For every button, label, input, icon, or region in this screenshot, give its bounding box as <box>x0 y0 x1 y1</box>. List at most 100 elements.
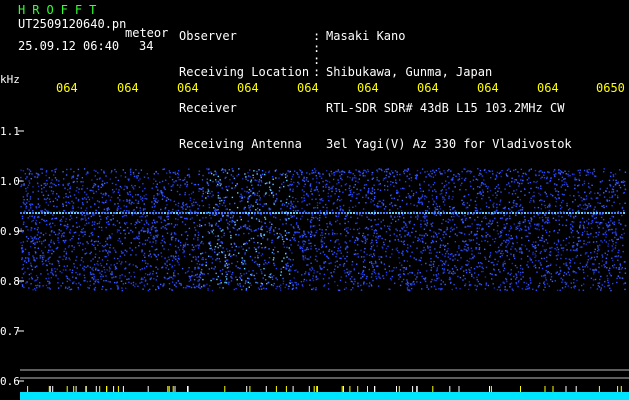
noise-pixel <box>513 199 515 202</box>
noise-pixel <box>358 202 360 204</box>
noise-pixel <box>362 208 365 210</box>
noise-pixel <box>430 261 432 263</box>
noise-pixel <box>579 169 581 171</box>
noise-pixel <box>174 264 176 267</box>
noise-pixel <box>256 272 258 275</box>
noise-pixel <box>142 209 145 211</box>
noise-pixel <box>178 178 180 181</box>
noise-pixel <box>72 282 74 285</box>
noise-pixel <box>156 275 159 277</box>
noise-pixel <box>487 233 489 236</box>
noise-pixel <box>100 275 102 278</box>
noise-pixel <box>524 188 526 190</box>
noise-pixel <box>517 196 519 198</box>
noise-pixel <box>53 242 55 245</box>
noise-pixel <box>402 214 404 216</box>
noise-pixel <box>522 221 524 223</box>
noise-pixel <box>281 238 284 241</box>
noise-pixel <box>195 229 197 231</box>
noise-pixel <box>508 201 511 203</box>
noise-pixel <box>221 273 223 275</box>
noise-pixel <box>323 242 325 245</box>
noise-pixel <box>230 234 232 237</box>
noise-pixel <box>34 242 36 244</box>
mode-label: meteor <box>125 26 169 40</box>
noise-pixel <box>209 247 211 250</box>
noise-pixel <box>184 242 187 244</box>
noise-pixel <box>91 268 93 270</box>
noise-pixel <box>497 246 500 249</box>
noise-pixel <box>207 211 210 214</box>
noise-pixel <box>588 168 590 171</box>
noise-pixel <box>534 256 536 259</box>
noise-pixel <box>476 230 479 233</box>
noise-pixel <box>328 200 330 202</box>
noise-pixel <box>37 203 40 205</box>
time-tick: 064 <box>56 81 78 95</box>
noise-pixel <box>28 200 30 202</box>
noise-pixel <box>69 259 71 261</box>
noise-pixel <box>550 273 552 275</box>
noise-pixel <box>489 244 491 246</box>
noise-pixel <box>275 217 277 219</box>
noise-pixel <box>488 196 490 199</box>
noise-pixel <box>445 233 447 235</box>
noise-pixel <box>189 218 192 220</box>
noise-pixel <box>421 288 423 290</box>
noise-pixel <box>22 230 24 233</box>
noise-pixel <box>236 219 238 222</box>
noise-pixel <box>360 240 363 242</box>
noise-pixel <box>617 255 620 257</box>
noise-pixel <box>306 264 308 266</box>
noise-pixel <box>106 263 108 265</box>
noise-pixel <box>237 173 240 176</box>
noise-pixel <box>477 252 480 254</box>
noise-pixel <box>76 186 78 189</box>
noise-pixel <box>271 276 273 278</box>
noise-pixel <box>373 204 376 206</box>
noise-pixel <box>93 183 95 185</box>
noise-pixel <box>410 216 412 218</box>
noise-pixel <box>522 172 524 175</box>
noise-pixel <box>482 228 484 230</box>
noise-pixel <box>64 248 67 250</box>
noise-pixel <box>244 173 246 175</box>
noise-pixel <box>214 266 216 268</box>
noise-pixel <box>624 181 626 183</box>
noise-pixel <box>603 168 605 170</box>
noise-pixel <box>86 187 89 190</box>
noise-pixel <box>260 226 262 229</box>
noise-pixel <box>584 203 586 205</box>
noise-pixel <box>46 197 49 199</box>
noise-pixel <box>103 202 105 204</box>
noise-pixel <box>60 223 62 226</box>
noise-pixel <box>340 233 342 235</box>
noise-pixel <box>194 266 196 269</box>
noise-pixel <box>525 235 527 238</box>
noise-pixel <box>620 256 622 258</box>
noise-pixel <box>396 247 398 249</box>
noise-pixel <box>57 287 60 289</box>
noise-pixel <box>208 168 210 170</box>
noise-pixel <box>498 187 500 189</box>
noise-pixel <box>565 224 567 227</box>
noise-pixel <box>484 288 487 290</box>
noise-pixel <box>108 250 110 252</box>
noise-pixel <box>155 170 157 173</box>
noise-pixel <box>547 217 549 219</box>
noise-pixel <box>496 171 499 174</box>
noise-pixel <box>378 205 380 208</box>
noise-pixel <box>44 208 46 211</box>
noise-pixel <box>303 199 306 202</box>
noise-pixel <box>142 183 144 185</box>
noise-pixel <box>504 188 506 190</box>
noise-pixel <box>327 195 329 198</box>
noise-pixel <box>546 182 548 184</box>
noise-pixel <box>506 169 509 171</box>
noise-pixel <box>434 189 436 191</box>
noise-pixel <box>239 267 241 270</box>
noise-pixel <box>417 201 419 204</box>
noise-pixel <box>211 262 213 264</box>
noise-pixel <box>20 169 22 171</box>
noise-pixel <box>275 267 278 270</box>
